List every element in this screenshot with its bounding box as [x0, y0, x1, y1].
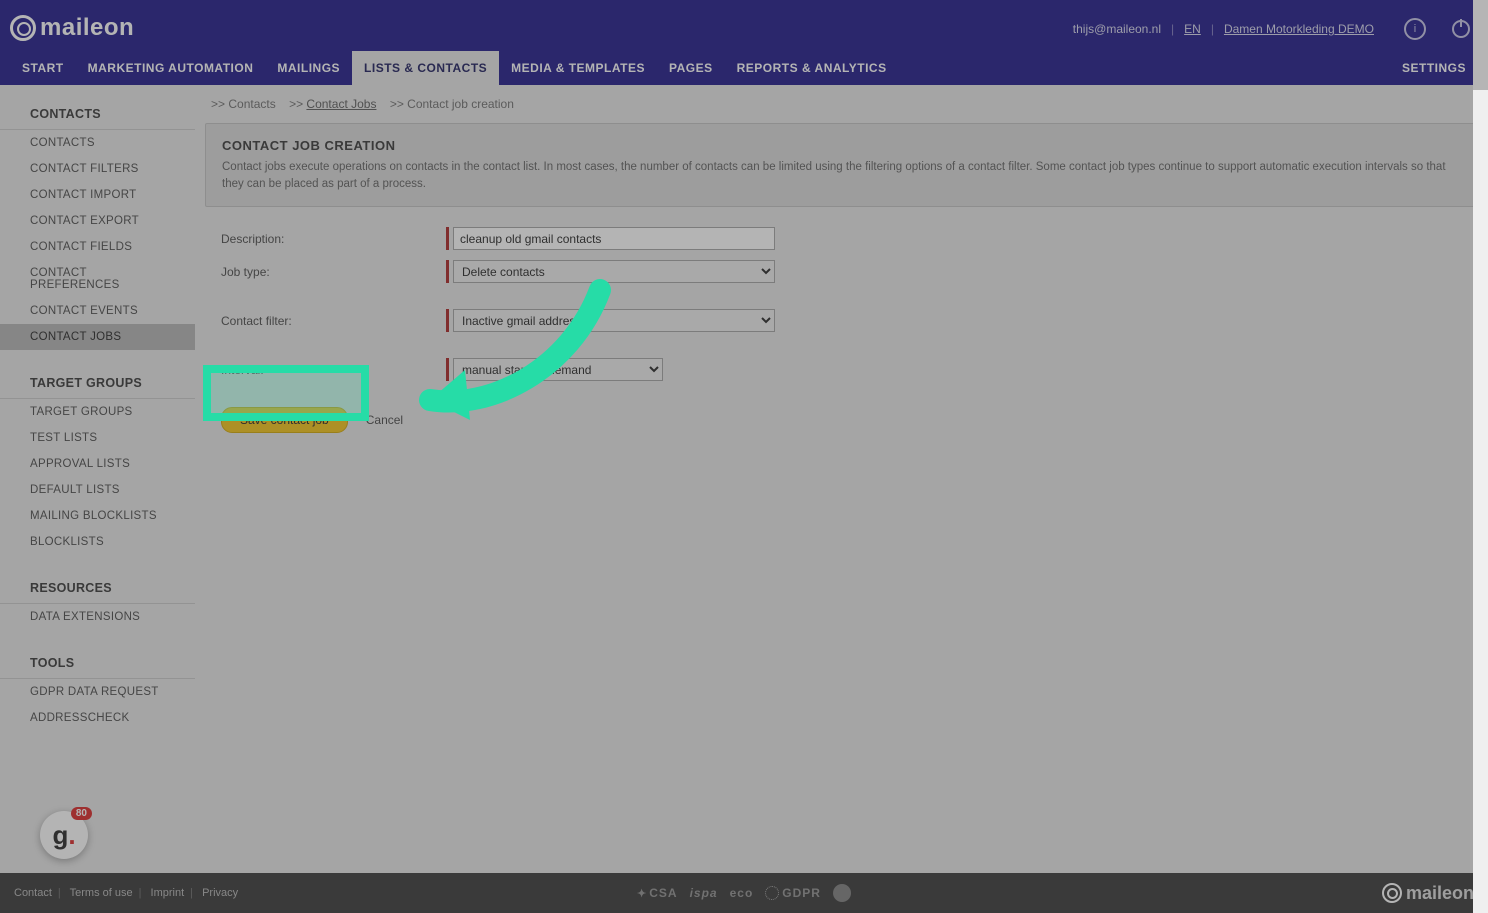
footer-links: Contact| Terms of use| Imprint| Privacy	[14, 887, 238, 899]
sidebar-item-target-groups[interactable]: TARGET GROUPS	[0, 399, 195, 425]
intro-panel: CONTACT JOB CREATION Contact jobs execut…	[205, 123, 1478, 207]
jobtype-select[interactable]: Delete contacts	[453, 260, 775, 283]
sidebar-item-mailing-blocklists[interactable]: MAILING BLOCKLISTS	[0, 503, 195, 529]
required-indicator	[446, 358, 449, 381]
top-nav: START MARKETING AUTOMATION MAILINGS LIST…	[0, 51, 1488, 85]
brand-logo-icon	[10, 15, 36, 41]
footer-logo-icon	[1382, 883, 1402, 903]
lang-link[interactable]: EN	[1184, 22, 1201, 36]
account-link[interactable]: Damen Motorkleding DEMO	[1224, 22, 1374, 36]
vertical-scrollbar[interactable]	[1473, 0, 1488, 913]
sidebar-item-test-lists[interactable]: TEST LISTS	[0, 425, 195, 451]
tab-media-templates[interactable]: MEDIA & TEMPLATES	[499, 51, 657, 85]
user-email: thijs@maileon.nl	[1073, 22, 1161, 36]
sidebar-item-contact-import[interactable]: CONTACT IMPORT	[0, 182, 195, 208]
sidebar-item-gdpr-data-request[interactable]: GDPR DATA REQUEST	[0, 679, 195, 705]
assistant-badge-count: 80	[71, 807, 92, 820]
save-button[interactable]: Save contact job	[221, 407, 348, 433]
sidebar-item-contact-export[interactable]: CONTACT EXPORT	[0, 208, 195, 234]
sidebar-item-data-extensions[interactable]: DATA EXTENSIONS	[0, 604, 195, 630]
sidebar-section-contacts: CONTACTS	[0, 99, 195, 129]
filter-label: Contact filter:	[221, 314, 446, 328]
footer-badges: ✦CSA ispa eco GDPR	[637, 884, 851, 902]
app-header: maileon thijs@maileon.nl | EN | Damen Mo…	[0, 0, 1488, 85]
page-description: Contact jobs execute operations on conta…	[222, 159, 1461, 192]
required-indicator	[446, 309, 449, 332]
logout-icon[interactable]	[1452, 20, 1470, 38]
sidebar-item-contact-filters[interactable]: CONTACT FILTERS	[0, 156, 195, 182]
page-title: CONTACT JOB CREATION	[222, 138, 1461, 153]
sidebar: CONTACTS CONTACTS CONTACT FILTERS CONTAC…	[0, 85, 195, 873]
breadcrumb-contact-jobs[interactable]: Contact Jobs	[306, 97, 376, 111]
contact-job-form: Description: Job type: Delete contacts C…	[205, 223, 1478, 437]
sidebar-item-contact-fields[interactable]: CONTACT FIELDS	[0, 234, 195, 260]
assistant-badge[interactable]: g. 80	[40, 811, 88, 859]
sidebar-item-approval-lists[interactable]: APPROVAL LISTS	[0, 451, 195, 477]
badge-round-icon	[833, 884, 851, 902]
tab-lists-contacts[interactable]: LISTS & CONTACTS	[352, 51, 499, 85]
sidebar-item-contact-preferences[interactable]: CONTACT PREFERENCES	[0, 260, 195, 298]
footer-terms[interactable]: Terms of use	[70, 887, 133, 899]
tab-reports-analytics[interactable]: REPORTS & ANALYTICS	[725, 51, 899, 85]
footer: Contact| Terms of use| Imprint| Privacy …	[0, 873, 1488, 913]
breadcrumb: >> Contacts >> Contact Jobs >> Contact j…	[205, 85, 1478, 123]
tab-mailings[interactable]: MAILINGS	[265, 51, 352, 85]
separator: |	[1211, 22, 1214, 36]
badge-gdpr: GDPR	[782, 886, 821, 900]
required-indicator	[446, 260, 449, 283]
gdpr-icon	[765, 886, 779, 900]
footer-privacy[interactable]: Privacy	[202, 887, 238, 899]
main-area: CONTACTS CONTACTS CONTACT FILTERS CONTAC…	[0, 85, 1488, 873]
sidebar-item-contacts[interactable]: CONTACTS	[0, 130, 195, 156]
breadcrumb-contacts[interactable]: Contacts	[228, 97, 275, 111]
contact-filter-select[interactable]: Inactive gmail addresses	[453, 309, 775, 332]
tab-marketing-automation[interactable]: MARKETING AUTOMATION	[76, 51, 266, 85]
description-input[interactable]	[453, 227, 775, 250]
sidebar-item-addresscheck[interactable]: ADDRESSCHECK	[0, 705, 195, 731]
sidebar-section-target-groups: TARGET GROUPS	[0, 368, 195, 398]
info-icon[interactable]: i	[1404, 18, 1426, 40]
scrollbar-thumb[interactable]	[1473, 0, 1488, 90]
footer-imprint[interactable]: Imprint	[151, 887, 185, 899]
interval-label: Interval:	[221, 363, 446, 377]
description-label: Description:	[221, 232, 446, 246]
assistant-badge-glyph: g	[52, 820, 68, 851]
footer-logo: maileon	[1382, 883, 1474, 904]
tab-settings[interactable]: SETTINGS	[1390, 51, 1478, 85]
sidebar-item-contact-jobs[interactable]: CONTACT JOBS	[0, 324, 195, 350]
tab-start[interactable]: START	[10, 51, 76, 85]
brand-logo-text: maileon	[40, 14, 134, 42]
badge-csa: CSA	[649, 886, 677, 900]
breadcrumb-current: Contact job creation	[407, 97, 514, 111]
interval-select[interactable]: manual start on demand	[453, 358, 663, 381]
sidebar-item-blocklists[interactable]: BLOCKLISTS	[0, 529, 195, 555]
cancel-button[interactable]: Cancel	[366, 413, 403, 427]
required-indicator	[446, 227, 449, 250]
brand-logo[interactable]: maileon	[10, 14, 134, 42]
sidebar-section-tools: TOOLS	[0, 648, 195, 678]
sidebar-item-default-lists[interactable]: DEFAULT LISTS	[0, 477, 195, 503]
jobtype-label: Job type:	[221, 265, 446, 279]
sidebar-section-resources: RESOURCES	[0, 573, 195, 603]
badge-eco: eco	[730, 886, 754, 900]
tab-pages[interactable]: PAGES	[657, 51, 725, 85]
header-utility: thijs@maileon.nl | EN | Damen Motorkledi…	[1073, 18, 1470, 40]
footer-contact[interactable]: Contact	[14, 887, 52, 899]
content-area: >> Contacts >> Contact Jobs >> Contact j…	[195, 85, 1488, 873]
badge-ispa: ispa	[690, 886, 718, 900]
sidebar-item-contact-events[interactable]: CONTACT EVENTS	[0, 298, 195, 324]
separator: |	[1171, 22, 1174, 36]
